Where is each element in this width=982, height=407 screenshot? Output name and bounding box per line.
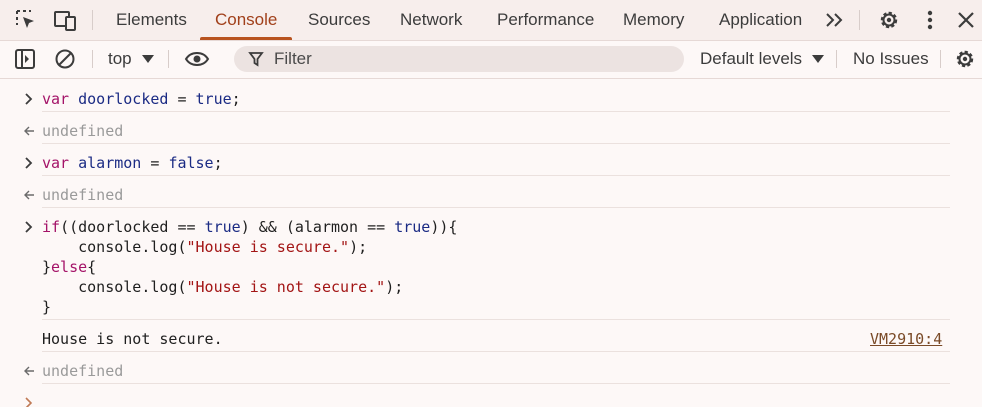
code-token: = <box>141 154 169 172</box>
execution-context-select[interactable]: top <box>108 48 154 70</box>
close-icon[interactable] <box>954 8 978 32</box>
code-token: var <box>42 154 70 172</box>
row-divider <box>42 111 950 112</box>
row-divider <box>42 383 950 384</box>
settings-gear-icon[interactable] <box>877 8 901 32</box>
filter-input[interactable] <box>274 49 654 69</box>
divider <box>92 50 93 68</box>
code-token: alarmon <box>78 154 142 172</box>
code-token: doorlocked <box>78 90 169 108</box>
dropdown-caret-icon <box>812 55 825 63</box>
code-token: ); <box>349 238 368 256</box>
code-line[interactable]: console.log("House is secure."); <box>42 237 367 257</box>
show-sidebar-icon[interactable] <box>13 47 37 71</box>
issues-counter[interactable]: No Issues <box>853 48 929 70</box>
result-value: undefined <box>42 186 124 204</box>
filter-funnel-icon <box>248 52 264 67</box>
row-divider <box>42 143 950 144</box>
tab-application[interactable]: Application <box>719 0 802 40</box>
console-prompt-chevron-icon[interactable] <box>22 393 36 407</box>
code-token: "House is not secure." <box>186 278 386 296</box>
row-divider <box>42 351 950 352</box>
live-expression-eye-icon[interactable] <box>184 47 210 71</box>
row-divider <box>42 207 950 208</box>
log-levels-label: Default levels <box>700 49 803 68</box>
inspect-element-icon[interactable] <box>14 8 38 32</box>
console-output[interactable]: var doorlocked = true; undefined var alarm… <box>0 79 982 407</box>
tab-network[interactable]: Network <box>400 0 462 40</box>
more-tabs-chevron-icon[interactable] <box>823 8 847 32</box>
code-line[interactable]: console.log("House is not secure."); <box>42 277 403 297</box>
code-token: } <box>42 298 52 316</box>
code-line[interactable]: if((doorlocked == true) && (alarmon == t… <box>42 217 457 237</box>
code-token: console.log( <box>42 278 187 296</box>
context-label: top <box>108 49 132 68</box>
code-token: console.log( <box>42 238 187 256</box>
devtools-tabbar: Elements Console Sources Network Perform… <box>0 0 982 40</box>
input-prompt-chevron-icon <box>22 89 36 109</box>
log-levels-select[interactable]: Default levels <box>700 48 825 70</box>
divider <box>940 50 941 68</box>
code-line[interactable]: var doorlocked = true; <box>42 89 241 109</box>
code-token: { <box>87 258 97 276</box>
code-token: )){ <box>430 218 458 236</box>
code-token: ; <box>213 154 223 172</box>
result-arrow-icon <box>22 361 36 381</box>
tab-console[interactable]: Console <box>215 0 277 40</box>
source-location-link[interactable]: VM2910:4 <box>870 329 942 349</box>
code-token: true <box>394 218 431 236</box>
tab-elements[interactable]: Elements <box>116 0 187 40</box>
divider <box>168 50 169 68</box>
code-token: var <box>42 90 70 108</box>
divider <box>92 10 93 30</box>
code-line[interactable]: } <box>42 297 51 317</box>
code-token: false <box>168 154 214 172</box>
filter-box[interactable] <box>234 46 684 72</box>
dropdown-caret-icon <box>141 55 154 63</box>
row-divider <box>42 319 950 320</box>
row-divider <box>42 175 950 176</box>
input-prompt-chevron-icon <box>22 153 36 173</box>
tab-performance[interactable]: Performance <box>497 0 594 40</box>
code-token: else <box>51 258 88 276</box>
log-message: House is not secure. <box>42 330 223 348</box>
code-line[interactable]: var alarmon = false; <box>42 153 223 173</box>
device-toolbar-icon[interactable] <box>53 8 77 32</box>
clear-console-icon[interactable] <box>53 47 77 71</box>
code-line[interactable]: }else{ <box>42 257 96 277</box>
result-value: undefined <box>42 362 124 380</box>
code-token: ) && (alarmon == <box>240 218 395 236</box>
console-settings-gear-icon[interactable] <box>953 47 977 71</box>
code-token: if <box>42 218 61 236</box>
code-token: ; <box>231 90 241 108</box>
input-prompt-chevron-icon <box>22 217 36 237</box>
result-arrow-icon <box>22 185 36 205</box>
divider <box>859 10 860 30</box>
code-token: } <box>42 258 52 276</box>
tab-memory[interactable]: Memory <box>623 0 684 40</box>
code-token: "House is secure." <box>186 238 350 256</box>
more-options-kebab-icon[interactable] <box>918 8 942 32</box>
result-value: undefined <box>42 122 124 140</box>
divider <box>836 50 837 68</box>
code-token: true <box>204 218 241 236</box>
code-token: true <box>195 90 232 108</box>
tab-sources[interactable]: Sources <box>308 0 370 40</box>
code-token: ((doorlocked == <box>60 218 205 236</box>
result-arrow-icon <box>22 121 36 141</box>
code-token: ); <box>385 278 404 296</box>
code-token: = <box>168 90 196 108</box>
